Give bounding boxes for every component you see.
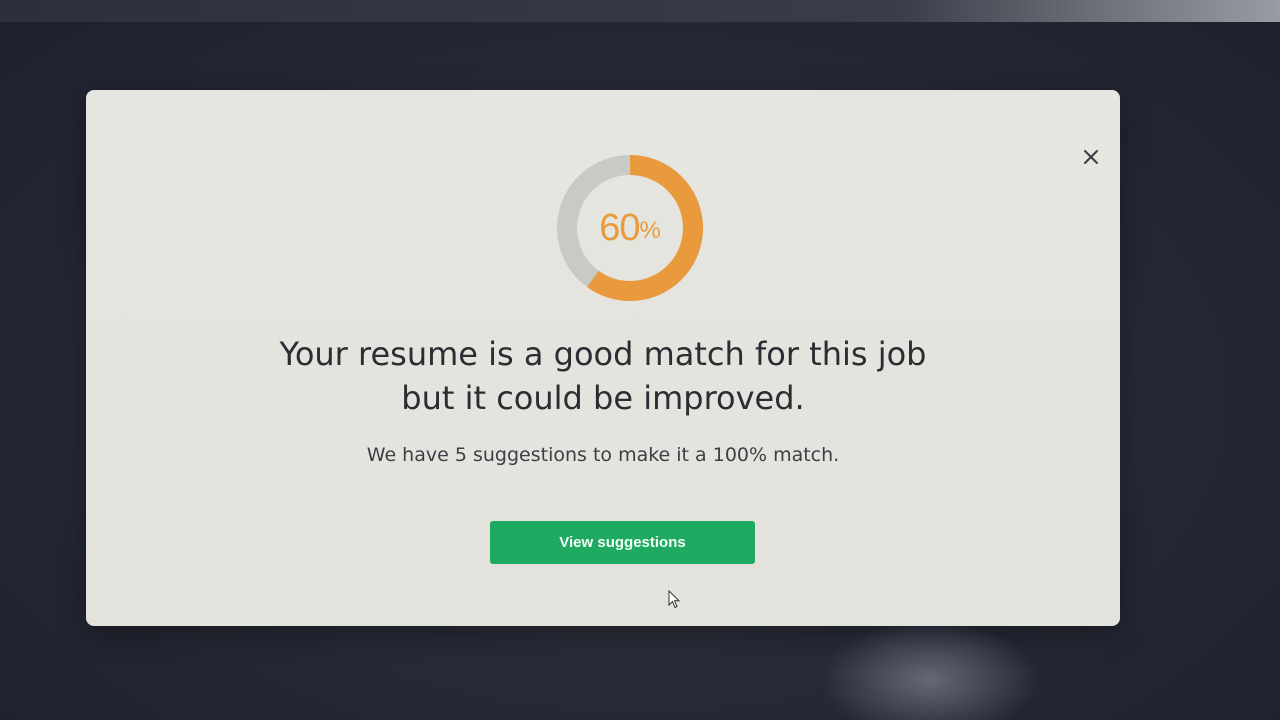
match-score-value: 60 <box>599 206 640 249</box>
close-button[interactable] <box>1080 146 1102 168</box>
match-score-unit: % <box>639 217 661 244</box>
background-window-strip <box>0 0 1280 22</box>
headline: Your resume is a good match for this job… <box>86 332 1120 420</box>
view-suggestions-button[interactable]: View suggestions <box>490 521 755 564</box>
match-score-label: 60 % <box>554 152 706 304</box>
suggestions-subtext: We have 5 suggestions to make it a 100% … <box>366 444 840 466</box>
mouse-pointer-icon <box>668 590 681 609</box>
match-score-donut: 60 % <box>554 152 706 304</box>
close-icon <box>1084 150 1098 164</box>
headline-line-2: but it could be improved. <box>401 379 805 417</box>
match-score-modal: 60 % Your resume is a good match for thi… <box>86 90 1120 626</box>
headline-line-1: Your resume is a good match for this job <box>279 335 927 373</box>
